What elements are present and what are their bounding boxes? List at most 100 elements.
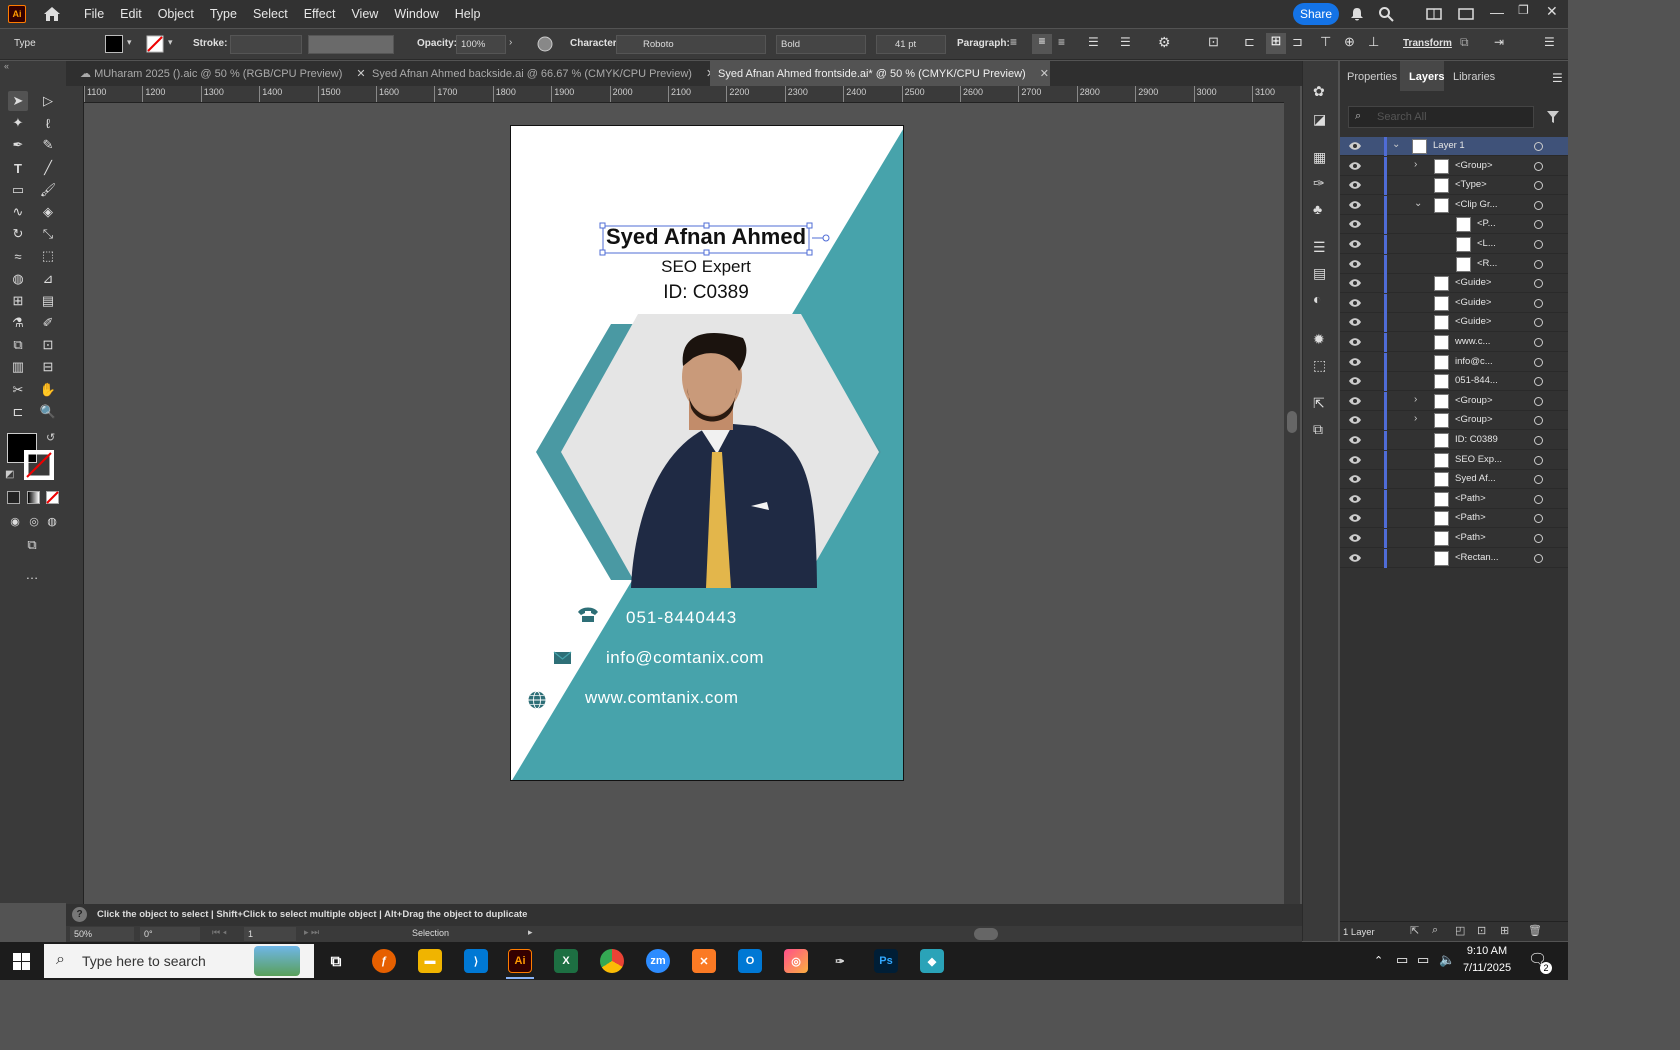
gradient-tool-icon[interactable]: ▤	[38, 291, 58, 311]
tab-muharam[interactable]: ☁ MUharam 2025 ().aic @ 50 % (RGB/CPU Pr…	[72, 61, 366, 86]
layer-name[interactable]: <Guide>	[1455, 316, 1491, 327]
glyphs-icon[interactable]: ⚙	[1158, 34, 1171, 51]
slice-tool-icon[interactable]: ✂	[8, 380, 28, 400]
layer-name[interactable]: ID: C0389	[1455, 434, 1498, 445]
visibility-eye-icon[interactable]	[1348, 552, 1362, 564]
chrome-icon[interactable]	[600, 949, 624, 973]
default-colors-icon[interactable]: ◩	[5, 469, 14, 480]
export-icon[interactable]: ⇱	[1313, 395, 1325, 412]
pen-app-icon[interactable]: ✑	[828, 949, 852, 973]
horizontal-ruler[interactable]: 1100 1200 1300 1400 1500 1600 1700 1800 1900 2000…	[84, 86, 1284, 103]
tab-backside[interactable]: Syed Afnan Ahmed backside.ai @ 66.67 % (…	[364, 61, 715, 86]
layer-row[interactable]: › <Group>	[1340, 156, 1568, 176]
chevron-right-icon[interactable]: ›	[1414, 413, 1417, 424]
opacity-field[interactable]: 100%	[456, 35, 506, 54]
layer-row[interactable]: <P...	[1340, 215, 1568, 235]
align-right-icon[interactable]: ≡	[1058, 35, 1076, 53]
outlook-icon[interactable]: O	[738, 949, 762, 973]
workspace-icon[interactable]	[1426, 6, 1442, 22]
target-circle-icon[interactable]	[1534, 259, 1543, 269]
artboard[interactable]: Syed Afnan Ahmed SEO Expert ID: C0389 05…	[510, 125, 904, 781]
target-circle-icon[interactable]	[1534, 475, 1543, 485]
restore-icon[interactable]: ❐	[1518, 3, 1529, 17]
target-circle-icon[interactable]	[1534, 200, 1543, 210]
target-circle-icon[interactable]	[1534, 318, 1543, 328]
layers-search-input[interactable]: ⌕ Search All	[1348, 106, 1534, 128]
target-circle-icon[interactable]	[1534, 377, 1543, 387]
numbering-icon[interactable]: ☰	[1120, 35, 1131, 49]
variable-width-field[interactable]	[308, 35, 394, 54]
chevron-down-icon[interactable]: ▾	[127, 37, 132, 48]
menu-help[interactable]: Help	[447, 0, 489, 28]
layer-name[interactable]: <Clip Gr...	[1455, 199, 1498, 210]
blend-tool-icon[interactable]: ⧉	[8, 335, 28, 355]
card-job-title[interactable]: SEO Expert	[603, 257, 809, 277]
locate-object-icon[interactable]: ⌕	[1432, 924, 1438, 937]
layer-name[interactable]: <Path>	[1455, 493, 1486, 504]
layer-row[interactable]: <Type>	[1340, 176, 1568, 196]
delete-layer-icon[interactable]: 🗑	[1528, 924, 1542, 937]
vertical-ruler[interactable]	[66, 86, 84, 904]
magic-wand-tool-icon[interactable]: ✦	[8, 113, 28, 133]
stroke-weight-field[interactable]	[230, 35, 302, 54]
layer-row[interactable]: info@c...	[1340, 352, 1568, 372]
shaper-tool-icon[interactable]: ∿	[8, 202, 28, 222]
direct-selection-tool-icon[interactable]: ▷	[38, 91, 58, 111]
visibility-eye-icon[interactable]	[1348, 493, 1362, 505]
layer-name[interactable]: <Path>	[1455, 532, 1486, 543]
draw-behind-icon[interactable]: ◎	[24, 511, 44, 531]
target-circle-icon[interactable]	[1534, 338, 1543, 347]
asset-export-icon[interactable]: ⬚	[1313, 357, 1326, 374]
tab-frontside[interactable]: Syed Afnan Ahmed frontside.ai* @ 50 % (C…	[710, 61, 1050, 86]
taskbar-search-input[interactable]: ⌕ Type here to search	[44, 944, 314, 978]
lasso-tool-icon[interactable]: ℓ	[38, 113, 58, 133]
visibility-eye-icon[interactable]	[1348, 258, 1362, 270]
minimize-icon[interactable]: —	[1490, 4, 1504, 20]
creative-cloud-icon[interactable]: ◎	[784, 949, 808, 973]
chevron-right-icon[interactable]: ›	[1414, 159, 1417, 170]
photoshop-icon[interactable]: Ps	[874, 949, 898, 973]
layer-name[interactable]: Syed Af...	[1455, 473, 1496, 484]
color-guide-icon[interactable]: ✹	[1313, 331, 1325, 348]
layer-name[interactable]: <Type>	[1455, 179, 1487, 190]
tab-layers[interactable]: Layers	[1409, 71, 1444, 83]
visibility-eye-icon[interactable]	[1348, 532, 1362, 544]
layer-name[interactable]: <Group>	[1455, 414, 1493, 425]
selection-tool-icon[interactable]: ➤	[8, 91, 28, 111]
home-icon[interactable]	[42, 4, 62, 24]
menu-object[interactable]: Object	[150, 0, 202, 28]
visibility-eye-icon[interactable]	[1348, 414, 1362, 426]
curvature-tool-icon[interactable]: ✎	[38, 135, 58, 155]
type-tool-icon[interactable]: T	[8, 158, 28, 178]
canvas[interactable]: Syed Afnan Ahmed SEO Expert ID: C0389 05…	[84, 103, 1284, 903]
visibility-eye-icon[interactable]	[1348, 512, 1362, 524]
fill-swatch[interactable]	[105, 35, 123, 53]
menu-window[interactable]: Window	[386, 0, 446, 28]
visibility-eye-icon[interactable]	[1348, 454, 1362, 466]
symbol-sprayer-tool-icon[interactable]: ⊡	[38, 335, 58, 355]
xampp-icon[interactable]: ✕	[692, 949, 716, 973]
layer-name[interactable]: Layer 1	[1433, 140, 1465, 151]
card-website[interactable]: www.comtanix.com	[585, 688, 738, 708]
clock-date[interactable]: 7/11/2025	[1458, 962, 1516, 974]
scroll-thumb[interactable]	[1287, 411, 1297, 433]
layer-name[interactable]: SEO Exp...	[1455, 454, 1502, 465]
layer-row[interactable]: <Path>	[1340, 509, 1568, 529]
stroke-swatch-icon[interactable]	[146, 35, 164, 53]
menu-select[interactable]: Select	[245, 0, 296, 28]
target-circle-icon[interactable]	[1534, 181, 1543, 191]
card-name[interactable]: Syed Afnan Ahmed	[603, 224, 809, 250]
menu-file[interactable]: File	[76, 0, 112, 28]
help-icon[interactable]: ?	[72, 907, 87, 922]
free-transform-tool-icon[interactable]: ⬚	[38, 246, 58, 266]
layer-row[interactable]: <Path>	[1340, 529, 1568, 548]
visibility-eye-icon[interactable]	[1348, 297, 1362, 309]
vscode-icon[interactable]: ⟩	[464, 949, 488, 973]
visibility-eye-icon[interactable]	[1348, 375, 1362, 387]
layer-name[interactable]: <Rectan...	[1455, 552, 1499, 563]
layer-row[interactable]: ID: C0389	[1340, 431, 1568, 450]
visibility-eye-icon[interactable]	[1348, 473, 1362, 485]
align-horizontal-left-icon[interactable]: ⊏	[1244, 34, 1255, 50]
align-left-icon[interactable]: ≡	[1010, 35, 1028, 53]
visibility-eye-icon[interactable]	[1348, 395, 1362, 407]
